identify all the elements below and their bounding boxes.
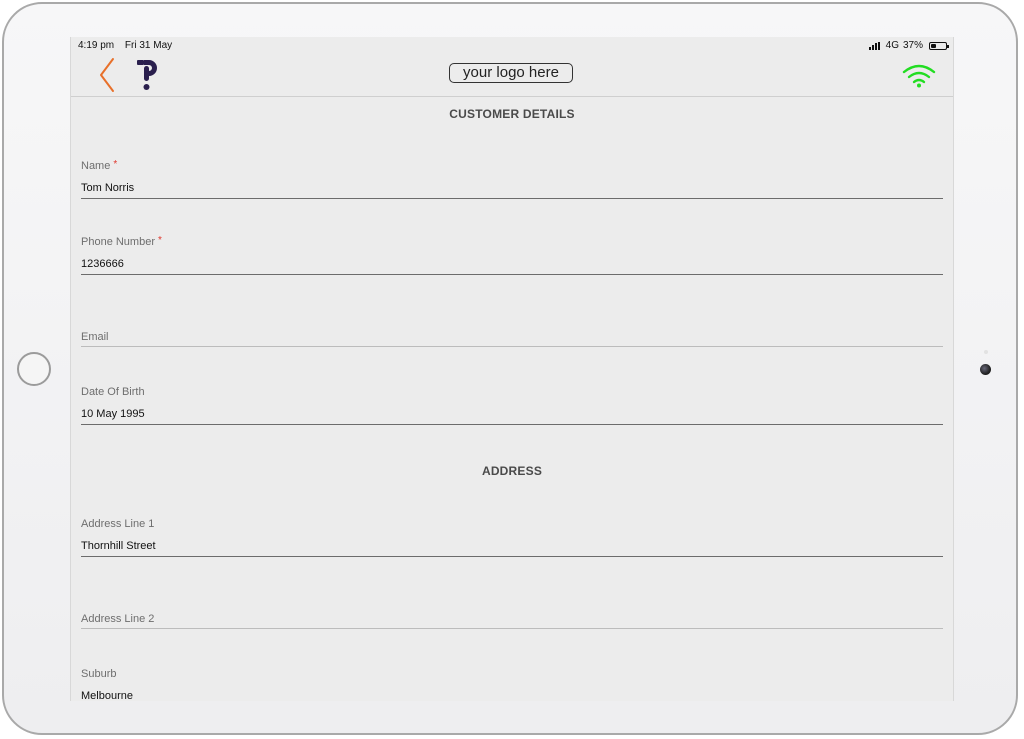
phone-label: Phone Number: [81, 236, 155, 248]
suburb-input[interactable]: Melbourne: [81, 690, 943, 701]
name-label: Name: [81, 160, 111, 172]
status-bar: 4:19 pm Fri 31 May 4G 37%: [71, 37, 953, 54]
app-screen: 4:19 pm Fri 31 May 4G 37% your logo here…: [70, 37, 954, 701]
navigation-bar: your logo here: [71, 54, 953, 97]
dob-field[interactable]: Date Of Birth 10 May 1995: [81, 386, 943, 425]
cellular-signal-icon: [868, 41, 881, 50]
address-title: ADDRESS: [481, 464, 543, 478]
chevron-left-icon: [100, 58, 114, 92]
name-field[interactable]: Name * Tom Norris: [81, 159, 943, 199]
status-time: 4:19 pm: [78, 40, 115, 51]
dob-input[interactable]: 10 May 1995: [81, 408, 943, 425]
required-marker: *: [158, 235, 162, 246]
required-marker: *: [113, 159, 118, 170]
suburb-field[interactable]: Suburb Melbourne: [81, 668, 943, 701]
email-field[interactable]: Email: [81, 331, 943, 347]
phone-field[interactable]: Phone Number * 1236666: [81, 235, 943, 275]
logo-placeholder: your logo here: [449, 63, 573, 83]
email-label[interactable]: Email: [81, 331, 943, 347]
address-line-1-input[interactable]: Thornhill Street: [81, 540, 943, 557]
status-date: Fri 31 May: [124, 40, 173, 51]
address-line-2-label[interactable]: Address Line 2: [81, 613, 943, 629]
address-line-1-field[interactable]: Address Line 1 Thornhill Street: [81, 518, 943, 557]
suburb-label: Suburb: [81, 668, 117, 680]
wifi-icon[interactable]: [901, 62, 937, 88]
phone-input[interactable]: 1236666: [81, 258, 943, 275]
light-sensor: [984, 350, 988, 354]
address-line-2-field[interactable]: Address Line 2: [81, 613, 943, 629]
battery-icon: [929, 41, 949, 50]
back-button[interactable]: [96, 56, 118, 94]
address-line-1-label: Address Line 1: [81, 518, 155, 530]
customer-details-title: CUSTOMER DETAILS: [449, 107, 575, 121]
dob-label: Date Of Birth: [81, 386, 145, 398]
form-content: CUSTOMER DETAILS Name * Tom Norris Phone …: [71, 97, 953, 701]
front-camera: [980, 364, 991, 375]
network-type: 4G: [885, 40, 899, 51]
name-input[interactable]: Tom Norris: [81, 182, 943, 199]
app-logo: [135, 57, 161, 93]
home-button[interactable]: [17, 352, 51, 386]
battery-percent: 37%: [902, 40, 923, 51]
